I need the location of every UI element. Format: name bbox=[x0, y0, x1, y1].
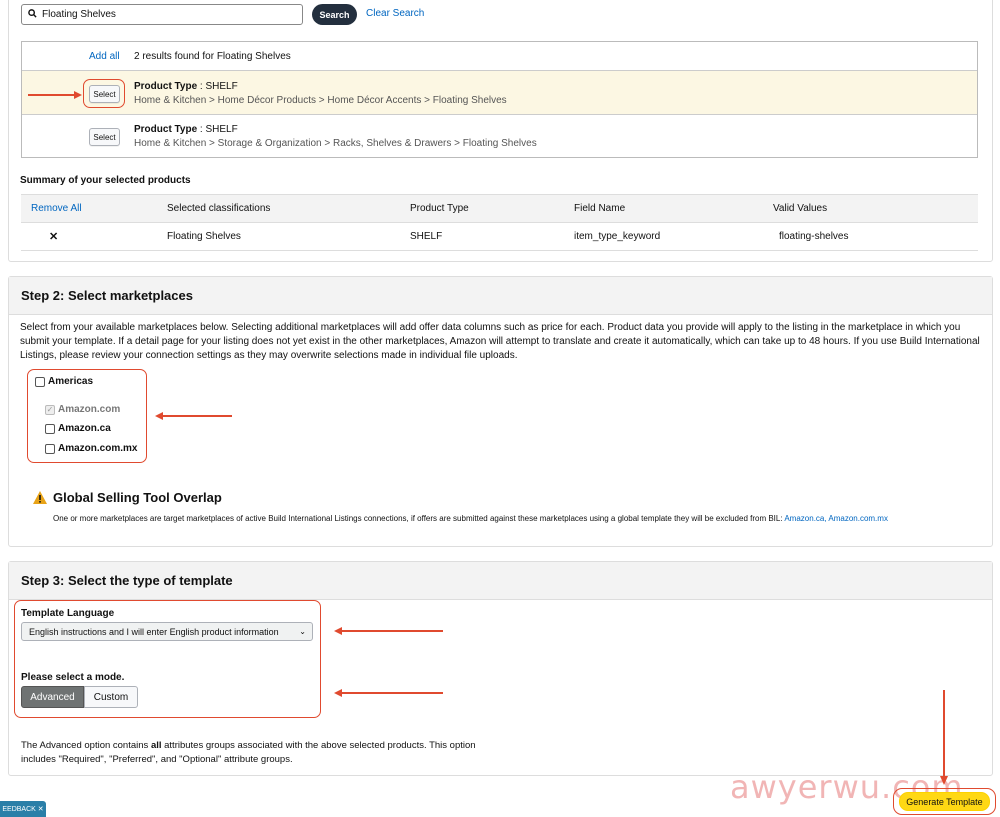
step3-title: Step 3: Select the type of template bbox=[9, 562, 992, 600]
step2-description: Select from your available marketplaces … bbox=[20, 322, 980, 361]
warning-links[interactable]: Amazon.ca, Amazon.com.mx bbox=[784, 514, 888, 523]
template-language-select[interactable]: English instructions and I will enter En… bbox=[21, 622, 313, 641]
result-title-2: Product Type : SHELF bbox=[134, 124, 238, 135]
mode-custom-button[interactable]: Custom bbox=[84, 686, 138, 708]
step2-title: Step 2: Select marketplaces bbox=[9, 277, 992, 315]
result-path-2: Home & Kitchen > Storage & Organization … bbox=[134, 138, 537, 149]
amazon-ca-label: Amazon.ca bbox=[58, 423, 111, 434]
annotation-arrow-generate bbox=[943, 690, 945, 778]
annotation-arrow-select bbox=[28, 94, 76, 96]
annotation-arrow-language bbox=[341, 630, 443, 632]
generate-template-button[interactable]: Generate Template bbox=[899, 792, 990, 811]
mode-label: Please select a mode. bbox=[21, 672, 125, 683]
mode-description: The Advanced option contains all attribu… bbox=[21, 740, 476, 765]
amazon-com-checkbox: ✓ bbox=[45, 405, 55, 415]
result-title-1: Product Type : SHELF bbox=[134, 81, 238, 92]
americas-checkbox[interactable] bbox=[35, 377, 45, 387]
row-field-name: item_type_keyword bbox=[574, 231, 661, 242]
template-language-label: Template Language bbox=[21, 608, 115, 619]
warning-icon bbox=[33, 491, 47, 507]
mode-advanced-button[interactable]: Advanced bbox=[21, 686, 84, 708]
row-product-type: SHELF bbox=[410, 231, 443, 242]
summary-row-divider bbox=[21, 222, 978, 223]
americas-label: Americas bbox=[48, 376, 94, 387]
remove-row-icon[interactable]: ✕ bbox=[49, 230, 58, 243]
summary-header-row bbox=[21, 194, 978, 222]
annotation-arrowhead-select bbox=[74, 91, 82, 99]
row-classification: Floating Shelves bbox=[167, 231, 241, 242]
header-classification: Selected classifications bbox=[167, 203, 271, 214]
results-divider-2 bbox=[22, 114, 977, 115]
results-count: 2 results found for Floating Shelves bbox=[134, 51, 291, 62]
result-path-1: Home & Kitchen > Home Décor Products > H… bbox=[134, 95, 507, 106]
annotation-box-select bbox=[83, 79, 125, 108]
header-product-type: Product Type bbox=[410, 203, 469, 214]
feedback-tab[interactable]: EEDBACK ✕ bbox=[0, 801, 46, 817]
summary-title: Summary of your selected products bbox=[20, 175, 191, 186]
result-row-1 bbox=[22, 71, 977, 114]
add-all-link[interactable]: Add all bbox=[89, 51, 120, 62]
header-field-name: Field Name bbox=[574, 203, 626, 214]
warning-title: Global Selling Tool Overlap bbox=[53, 490, 222, 505]
amazon-com-label: Amazon.com bbox=[58, 404, 121, 415]
remove-all-link[interactable]: Remove All bbox=[31, 203, 82, 214]
annotation-arrow-marketplaces bbox=[162, 415, 232, 417]
chevron-down-icon: ⌄ bbox=[299, 627, 306, 636]
warning-text: One or more marketplaces are target mark… bbox=[53, 514, 888, 523]
amazon-mx-checkbox[interactable] bbox=[45, 444, 55, 454]
amazon-mx-label: Amazon.com.mx bbox=[58, 443, 138, 454]
select-button-2[interactable]: Select bbox=[89, 128, 120, 146]
annotation-arrowhead-generate bbox=[940, 776, 948, 785]
row-valid-values: floating-shelves bbox=[779, 231, 849, 242]
annotation-arrow-mode bbox=[341, 692, 443, 694]
header-valid-values: Valid Values bbox=[773, 203, 828, 214]
amazon-ca-checkbox[interactable] bbox=[45, 424, 55, 434]
summary-row-bottom bbox=[21, 250, 978, 251]
